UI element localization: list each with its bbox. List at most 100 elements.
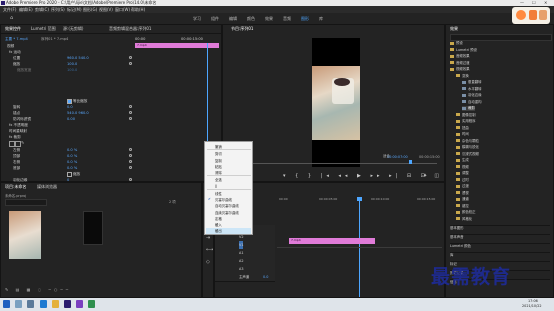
sequence-clip-label[interactable]: 序列01 * 7.mp4 <box>41 36 68 42</box>
effects-tree-item[interactable]: 通道 <box>456 197 469 202</box>
context-menu-item[interactable]: 自动贝塞尔曲线 <box>215 203 239 208</box>
edge-icon[interactable] <box>40 300 47 308</box>
workspace-learn[interactable]: 学习 <box>193 13 201 24</box>
panel-section-header[interactable]: 基本声音 <box>450 234 550 240</box>
effects-tree-item[interactable]: 变换 <box>456 74 469 79</box>
floating-toolbar[interactable] <box>512 7 550 24</box>
context-menu-item[interactable]: 定格 <box>215 216 222 221</box>
settings-wrench-icon[interactable]: ✦ <box>423 173 427 179</box>
workspace-graphics[interactable]: 图形 <box>301 13 309 24</box>
razor-tool-icon[interactable]: ◇ <box>206 259 210 265</box>
menu-help[interactable]: 帮助(H) <box>131 6 145 13</box>
menu-sequence[interactable]: 序列(S) <box>51 6 65 13</box>
effects-tree-item[interactable]: 时间 <box>456 132 469 137</box>
menu-file[interactable]: 文件(F) <box>3 6 16 13</box>
effects-tree-item[interactable]: 模糊与锐化 <box>456 145 479 150</box>
effects-tree-item[interactable]: Lumetri 预设 <box>450 48 477 53</box>
menu-graphics[interactable]: 图形(G) <box>83 6 97 13</box>
menu-marker[interactable]: 标记(M) <box>67 6 82 13</box>
effects-tree-item[interactable]: 音频效果 <box>450 54 470 59</box>
keyframe-toggle-icon[interactable] <box>129 148 132 151</box>
context-menu-item[interactable]: 复制 <box>215 158 222 163</box>
effects-tree-item[interactable]: 水平翻转 <box>462 87 482 92</box>
track-header[interactable]: 主声道 0.0 <box>215 273 275 282</box>
task-view-icon[interactable] <box>27 300 34 308</box>
ripple-edit-tool-icon[interactable]: ⟷ <box>206 247 213 253</box>
keyframe-toggle-icon[interactable] <box>129 111 132 114</box>
effects-tree-item[interactable]: 键控 <box>456 204 469 209</box>
ec-row-crop[interactable]: fx 裁剪 <box>9 134 21 140</box>
premiere-taskbar-icon[interactable] <box>64 300 71 308</box>
tab-audio-clip-mixer[interactable]: 音频剪辑混合器:序列01 <box>109 25 151 33</box>
explorer-icon[interactable] <box>52 300 59 308</box>
context-menu-item[interactable]: 缓入 <box>215 222 222 227</box>
panel-section-header[interactable]: Lumetri 颜色 <box>450 243 550 249</box>
context-menu-item[interactable]: 连续贝塞尔曲线 <box>215 210 239 215</box>
workspace-effects[interactable]: 效果 <box>265 13 273 24</box>
zoom-select[interactable]: 适合 <box>383 153 390 158</box>
anti-flicker-value[interactable]: 0.00 <box>67 116 75 122</box>
effects-tree-item[interactable]: 预设 <box>450 41 463 46</box>
project-search-input[interactable] <box>5 199 47 206</box>
effects-tree-item[interactable]: 过渡 <box>456 184 469 189</box>
track-select-tool-icon[interactable]: ⇥ <box>206 235 210 241</box>
tool-icon[interactable] <box>529 10 537 20</box>
menu-window[interactable]: 窗口(W) <box>115 6 130 13</box>
project-toolbar[interactable]: ✎ ▤ ▦ ◌ ─○── <box>5 287 71 292</box>
effects-tree-item[interactable]: 杂色与颗粒 <box>456 139 479 144</box>
transport-controls[interactable]: ▾ { } |◂ ◂◂ ▶ ▸▸ ▸| ⊟ ⊡ ◫ <box>283 173 443 179</box>
context-menu-item[interactable]: 撤销 <box>215 144 222 149</box>
menu-clip[interactable]: 剪辑(C) <box>35 6 49 13</box>
tab-effect-controls[interactable]: 效果控件 <box>5 25 21 33</box>
tab-project[interactable]: 项目:未命名 <box>5 183 26 191</box>
effects-tree-item[interactable]: 羽化边缘 <box>462 93 482 98</box>
effects-tree-item[interactable]: 生成 <box>456 158 469 163</box>
tab-effects[interactable]: 效果 <box>450 25 458 33</box>
effects-tree-item[interactable]: 实用程序 <box>456 119 476 124</box>
keyframe-toggle-icon[interactable] <box>129 56 132 59</box>
project-thumb-sequence[interactable] <box>83 211 103 245</box>
keyframe-toggle-icon[interactable] <box>129 160 132 163</box>
effects-tree-item[interactable]: 沉浸式视频 <box>456 152 479 157</box>
playhead-handle[interactable] <box>357 197 362 201</box>
context-menu-item[interactable]: 剪切 <box>215 151 222 156</box>
project-thumb-7mp4[interactable] <box>9 211 41 259</box>
context-menu-item[interactable]: 缓出 <box>215 228 222 233</box>
keyframe-toggle-icon[interactable] <box>129 154 132 157</box>
start-icon[interactable] <box>3 300 10 308</box>
menu-edit[interactable]: 编辑(E) <box>19 6 33 13</box>
tab-source[interactable]: 源:(无剪辑) <box>63 25 83 33</box>
workspace-color[interactable]: 颜色 <box>247 13 255 24</box>
keyframe-toggle-icon[interactable] <box>129 62 132 65</box>
panel-section-header[interactable]: 基本图形 <box>450 225 550 231</box>
panel-section-header[interactable]: 库 <box>450 252 550 258</box>
search-taskbar-icon[interactable] <box>15 300 22 308</box>
context-menu-item[interactable]: 贝塞尔曲线 <box>215 197 232 202</box>
effects-tree-item[interactable]: 视频 <box>456 165 469 170</box>
context-menu-item[interactable]: 线性 <box>215 191 222 196</box>
tab-lumetri-scopes[interactable]: Lumetri 范围 <box>31 25 56 33</box>
effects-tree-item[interactable]: 颜色校正 <box>456 210 476 215</box>
program-playhead[interactable] <box>409 160 412 164</box>
hand-icon[interactable] <box>516 10 526 20</box>
app-icon[interactable] <box>88 300 95 308</box>
keyframe-toggle-icon[interactable] <box>129 178 132 181</box>
effects-tree-item[interactable]: 图像控制 <box>456 113 476 118</box>
effects-tree-item[interactable]: 风格化 <box>456 217 472 222</box>
context-menu-item[interactable]: 全选 <box>215 177 222 182</box>
effects-tree-item[interactable]: 音频过渡 <box>450 61 470 66</box>
menu-view[interactable]: 视图(V) <box>99 6 113 13</box>
effects-search-input[interactable] <box>450 34 552 41</box>
workspace-assembly[interactable]: 组件 <box>211 13 219 24</box>
tool-icon[interactable] <box>539 10 547 20</box>
pen-mask-icon[interactable]: ✎ <box>21 140 24 145</box>
timeline-clip-7mp4[interactable]: 7.mp4 <box>289 238 375 244</box>
effects-tree-item[interactable]: 自动重构 <box>462 100 482 105</box>
keyframe-toggle-icon[interactable] <box>129 105 132 108</box>
effects-tree-item[interactable]: 透视 <box>456 191 469 196</box>
keyframe-toggle-icon[interactable] <box>129 166 132 169</box>
context-menu-item[interactable]: 粘贴 <box>215 164 222 169</box>
track-volume-value[interactable]: 0.0 <box>263 273 268 281</box>
effects-tree-item[interactable]: 视频效果 <box>450 67 470 72</box>
program-scrub-bar[interactable] <box>231 163 437 164</box>
